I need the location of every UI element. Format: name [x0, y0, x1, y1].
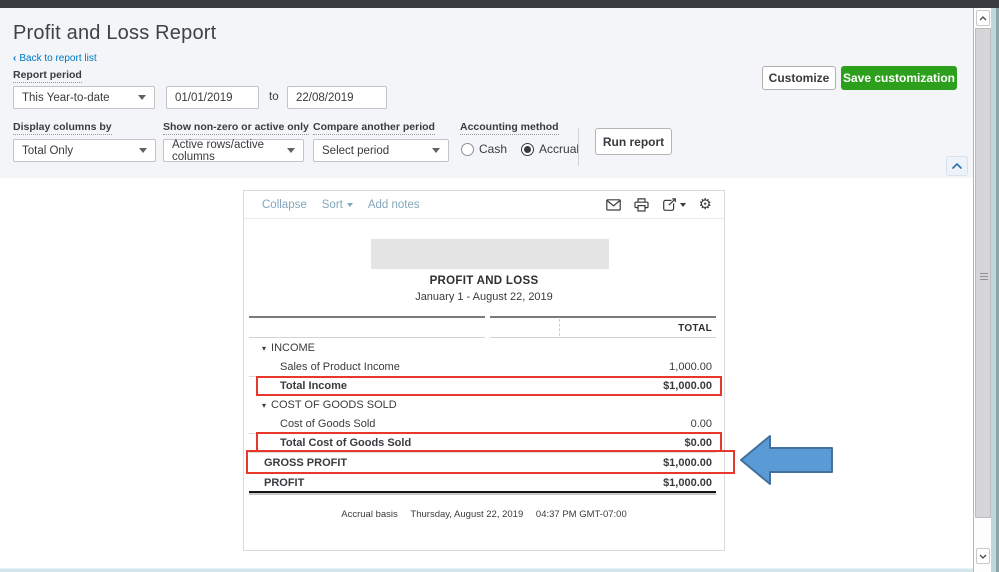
table-row-total-cogs[interactable]: Total Cost of Goods Sold $0.00: [249, 433, 716, 452]
report-footer: Accrual basis Thursday, August 22, 2019 …: [244, 509, 724, 520]
vertical-divider: [578, 128, 579, 166]
table-row-cost-of-goods-sold[interactable]: Cost of Goods Sold 0.00: [249, 414, 716, 433]
collapse-caret-icon[interactable]: ▾: [262, 401, 266, 410]
report-time-text: 04:37 PM GMT-07:00: [535, 509, 627, 520]
chevron-up-icon: [952, 163, 962, 169]
chevron-down-icon: [979, 554, 987, 559]
add-notes-link[interactable]: Add notes: [368, 199, 420, 211]
run-report-button[interactable]: Run report: [595, 128, 672, 155]
print-icon[interactable]: [633, 197, 649, 212]
header-top-rule: [249, 316, 716, 318]
chevron-up-icon: [979, 15, 987, 20]
customize-button[interactable]: Customize: [762, 66, 836, 90]
accrual-radio-label: Accrual: [539, 142, 580, 156]
chevron-down-icon: [432, 148, 440, 153]
table-column-header: TOTAL: [249, 316, 716, 338]
right-scroll-rail: [973, 0, 999, 572]
scrollbar-thumb[interactable]: [975, 28, 991, 518]
nonzero-label: Show non-zero or active only: [163, 121, 309, 135]
nonzero-select[interactable]: Active rows/active columns: [163, 138, 304, 163]
chevron-down-icon: [679, 202, 686, 207]
table-row-cogs-section[interactable]: ▾ COST OF GOODS SOLD: [249, 395, 716, 414]
cash-radio[interactable]: Cash: [461, 142, 507, 156]
radio-circle-icon: [521, 142, 535, 156]
report-card: Collapse Sort Add notes ⚙ PROFIT AND LOS…: [243, 190, 735, 551]
window-bottom-edge: [0, 568, 999, 572]
report-action-icons: ⚙: [605, 197, 712, 212]
settings-gear-icon[interactable]: ⚙: [699, 197, 712, 212]
to-label: to: [269, 91, 279, 103]
report-period-label: Report period: [13, 69, 82, 83]
chevron-down-icon: [346, 202, 353, 207]
compare-period-label: Compare another period: [313, 121, 435, 135]
collapse-link[interactable]: Collapse: [262, 199, 307, 211]
collapse-filter-panel-button[interactable]: [946, 156, 968, 176]
accounting-method-label: Accounting method: [460, 121, 559, 135]
accrual-radio[interactable]: Accrual: [521, 142, 579, 156]
accrual-basis-text: Accrual basis: [341, 509, 398, 520]
scrollbar-down-button[interactable]: [976, 548, 990, 564]
company-name-redaction-box: [371, 239, 609, 269]
chevron-down-icon: [287, 148, 295, 153]
date-to-input[interactable]: [287, 86, 387, 109]
accounting-method-radio-group: Cash Accrual: [461, 142, 579, 156]
compare-period-select[interactable]: Select period: [313, 139, 449, 162]
browser-top-bar: [0, 0, 999, 8]
display-columns-label: Display columns by: [13, 121, 112, 135]
table-row-sales-of-product-income[interactable]: Sales of Product Income 1,000.00: [249, 357, 716, 376]
collapse-caret-icon[interactable]: ▾: [262, 344, 266, 353]
nonzero-value: Active rows/active columns: [172, 138, 265, 163]
table-row-profit[interactable]: PROFIT $1,000.00: [249, 473, 716, 491]
chevron-down-icon: [139, 148, 147, 153]
radio-circle-icon: [461, 142, 474, 156]
report-toolbar: Collapse Sort Add notes ⚙: [244, 191, 724, 219]
left-arrow-annotation: [740, 435, 833, 485]
sort-dropdown[interactable]: Sort: [322, 199, 353, 211]
report-period-select[interactable]: This Year-to-date: [13, 86, 155, 109]
page-title: Profit and Loss Report: [13, 22, 217, 44]
scrollbar-grip-icon: [980, 273, 988, 281]
column-divider: [559, 319, 560, 336]
report-title: PROFIT AND LOSS: [429, 275, 539, 287]
header-bottom-rule: [249, 337, 716, 338]
save-customization-button[interactable]: Save customization: [841, 66, 957, 90]
table-row-gross-profit[interactable]: GROSS PROFIT $1,000.00: [249, 452, 716, 473]
cash-radio-label: Cash: [479, 142, 508, 156]
table-row-income-section[interactable]: ▾ INCOME: [249, 338, 716, 357]
report-date-text: Thursday, August 22, 2019: [410, 509, 524, 520]
date-from-input[interactable]: [166, 86, 259, 109]
display-columns-value: Total Only: [22, 144, 74, 157]
table-row-total-income[interactable]: Total Income $1,000.00: [249, 376, 716, 395]
display-columns-select[interactable]: Total Only: [13, 139, 156, 162]
chevron-left-icon: ‹: [13, 53, 17, 64]
total-column-header: TOTAL: [678, 323, 712, 334]
back-to-report-list-link[interactable]: ‹ Back to report list: [13, 53, 97, 64]
report-period-value: This Year-to-date: [22, 91, 110, 104]
compare-period-value: Select period: [322, 144, 390, 157]
email-icon[interactable]: [605, 198, 621, 211]
scrollbar-up-button[interactable]: [976, 10, 990, 26]
export-icon[interactable]: [662, 197, 686, 212]
report-filter-panel: Profit and Loss Report ‹ Back to report l…: [0, 8, 973, 178]
profit-loss-table: TOTAL ▾ INCOME Sales of Product Income 1,…: [249, 316, 716, 491]
app-window: Profit and Loss Report ‹ Back to report l…: [0, 0, 999, 572]
report-date-range: January 1 - August 22, 2019: [415, 291, 553, 303]
chevron-down-icon: [138, 95, 146, 100]
vertical-scrollbar[interactable]: [973, 8, 991, 572]
